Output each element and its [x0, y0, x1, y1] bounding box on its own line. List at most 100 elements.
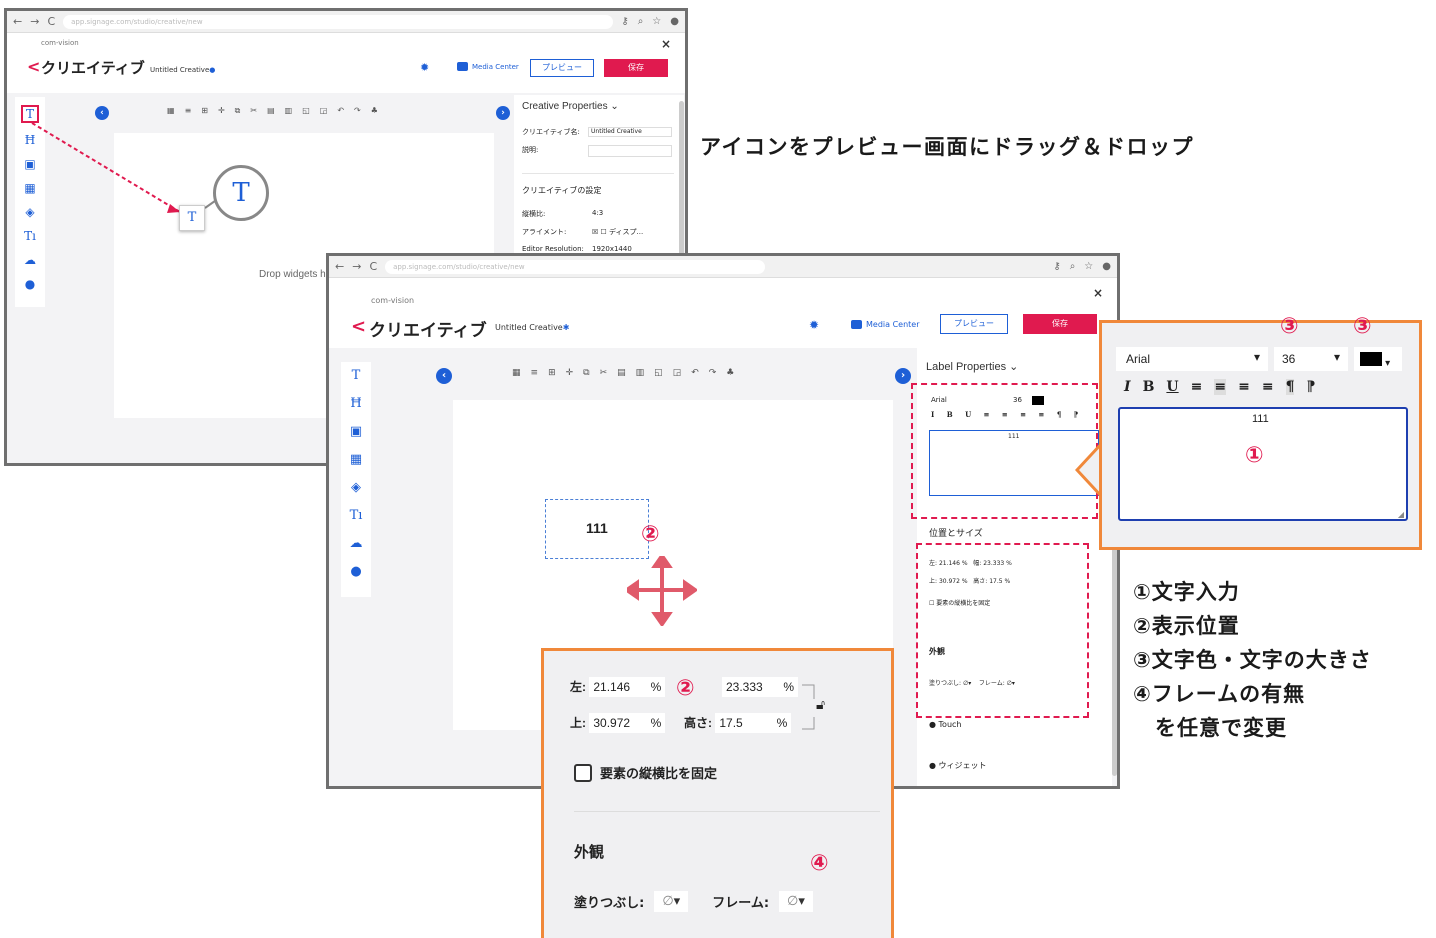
height-field-row: 高さ: 17.5% — [684, 713, 792, 733]
page-title: クリエイティブ — [369, 321, 487, 341]
ticker-widget-icon[interactable]: Tı — [350, 508, 363, 523]
video-widget-icon[interactable]: ▦ — [350, 452, 362, 467]
highlight-font-area — [911, 383, 1098, 519]
rtl-button[interactable]: ⁋ — [1306, 379, 1315, 395]
aspect-lock-checkbox[interactable] — [574, 763, 592, 782]
align-icon[interactable]: ▦ — [512, 368, 521, 378]
align-center-button[interactable]: ≡ — [1214, 379, 1227, 395]
marker-3-size: ③ — [1280, 314, 1299, 339]
shapes-widget-icon[interactable]: ◈ — [351, 480, 361, 495]
font-select[interactable]: Arial ▾ — [1116, 347, 1268, 371]
address-bar[interactable]: app.signage.com/studio/creative/new — [385, 259, 766, 274]
app-header: com-vision × < クリエイティブ Untitled Creative… — [329, 278, 1117, 348]
legend-item: ②表示位置 — [1133, 614, 1240, 638]
underline-button[interactable]: U — [1166, 379, 1178, 395]
text-label-widget[interactable]: 111 — [545, 499, 649, 559]
widget-toolbar: T Ħ ▣ ▦ ◈ Tı ☁ ● — [341, 362, 371, 597]
color-picker[interactable]: ▾ — [1354, 347, 1402, 371]
delete-icon[interactable]: ▥ — [636, 368, 645, 378]
resize-handle-icon[interactable]: ◢ — [1398, 510, 1404, 519]
redo-icon[interactable]: ↷ — [709, 368, 717, 378]
profile-icon[interactable]: ● — [1102, 261, 1111, 272]
align2-icon[interactable]: ≡ — [531, 368, 539, 378]
legend-item: ①文字入力 — [1133, 580, 1240, 604]
aspect-lock-row[interactable]: 要素の縦横比を固定 — [574, 763, 717, 782]
collapse-left-icon[interactable]: ‹ — [436, 368, 452, 384]
star-icon[interactable]: ☆ — [1084, 261, 1093, 272]
text-widget-icon[interactable]: T — [352, 368, 361, 383]
gear-icon[interactable]: ✹ — [809, 318, 819, 332]
italic-button[interactable]: I — [1124, 379, 1131, 395]
key-icon[interactable]: ⚷ — [1053, 261, 1060, 272]
frame-select[interactable]: ∅▾ — [779, 891, 813, 912]
label-text: 111 — [586, 520, 608, 536]
back-nav-icon[interactable]: ← — [335, 260, 344, 273]
cut-icon[interactable]: ✂ — [600, 368, 608, 378]
width-field-row: 23.333% — [722, 677, 798, 697]
appearance-title: 外観 — [574, 843, 605, 861]
legend-item: ③文字色・文字の大きさ — [1133, 648, 1372, 672]
marker-3-color: ③ — [1353, 314, 1372, 339]
divider — [574, 811, 880, 812]
marker-2-zoom: ② — [676, 676, 695, 701]
reload-icon[interactable]: C — [369, 260, 377, 273]
justify-button[interactable]: ≡ — [1262, 379, 1274, 395]
top-field-row: 上: 30.972% — [570, 713, 666, 733]
camera-icon — [851, 320, 862, 329]
aspect-link-lines — [802, 684, 815, 730]
marker-1: ① — [1245, 443, 1264, 468]
width-input[interactable]: 23.333% — [722, 677, 798, 697]
widget-section[interactable]: ● ウィジェット — [929, 760, 987, 771]
fill-row: 塗りつぶし: ∅▾ フレーム: ∅▾ — [574, 891, 813, 912]
touch-section[interactable]: ● Touch — [929, 720, 962, 729]
close-icon[interactable]: × — [1093, 286, 1103, 300]
brand-logo: com-vision — [371, 296, 415, 305]
zoom-icon[interactable]: ⌕ — [1070, 261, 1076, 272]
fill-select[interactable]: ∅▾ — [654, 891, 689, 912]
magnifier-circle: T — [213, 165, 269, 221]
bold-button[interactable]: B — [1143, 379, 1155, 395]
dropped-text-icon: T — [179, 205, 205, 231]
distribute-icon[interactable]: ⊞ — [548, 368, 556, 378]
color-swatch — [1360, 352, 1382, 366]
datetime-widget-icon[interactable]: Ħ — [350, 396, 361, 411]
image-widget-icon[interactable]: ▣ — [350, 424, 362, 439]
preview-button[interactable]: プレビュー — [940, 314, 1008, 334]
undo-icon[interactable]: ↶ — [691, 368, 699, 378]
back-layer-icon[interactable]: ◲ — [673, 368, 682, 378]
top-input[interactable]: 30.972% — [589, 713, 666, 733]
legend-item: を任意で変更 — [1133, 716, 1287, 740]
back-arrow-icon[interactable]: < — [351, 316, 366, 337]
paste-icon[interactable]: ▤ — [617, 368, 626, 378]
move-cross-icon — [627, 556, 697, 626]
height-input[interactable]: 17.5% — [715, 713, 792, 733]
highlight-position-area — [916, 543, 1089, 718]
browser-toolbar: ← → C app.signage.com/studio/creative/ne… — [329, 256, 1117, 278]
size-select[interactable]: 36 ▾ — [1274, 347, 1348, 371]
save-button[interactable]: 保存 — [1023, 314, 1097, 334]
ltr-button[interactable]: ¶ — [1285, 379, 1295, 395]
edit-toolbar: ▦ ≡ ⊞ ✛ ⧉ ✂ ▤ ▥ ◱ ◲ ↶ ↷ ♣ — [512, 368, 734, 378]
marker-4: ④ — [810, 851, 829, 876]
legend-item: ④フレームの有無 — [1133, 682, 1306, 706]
align-left-button[interactable]: ≡ — [1191, 379, 1203, 395]
legend: ①文字入力 ②表示位置 ③文字色・文字の大きさ ④フレームの有無 を任意で変更 — [1133, 575, 1372, 745]
weather-widget-icon[interactable]: ☁ — [350, 536, 363, 551]
forward-nav-icon[interactable]: → — [352, 260, 361, 273]
media-center-button[interactable]: Media Center — [851, 320, 920, 329]
clock-widget-icon[interactable]: ● — [350, 564, 361, 579]
panel-title[interactable]: Label Properties ⌄ — [926, 360, 1018, 373]
front-icon[interactable]: ◱ — [654, 368, 663, 378]
copy-icon[interactable]: ⧉ — [583, 368, 589, 378]
align-right-button[interactable]: ≡ — [1238, 379, 1250, 395]
zoom-text-properties: Arial ▾ 36 ▾ ▾ I B U ≡ ≡ ≡ ≡ ¶ ⁋ 111 ◢ — [1099, 320, 1422, 550]
collapse-right-icon[interactable]: › — [895, 368, 911, 384]
unlock-icon[interactable]: 🔓︎ — [816, 697, 825, 713]
left-input[interactable]: 21.146% — [589, 677, 666, 697]
move-icon[interactable]: ✛ — [566, 368, 574, 378]
zoom-position-properties: 左: 21.146% 23.333% 上: 30.972% 高さ: 17.5% … — [541, 648, 894, 938]
creative-name: Untitled Creative✱ — [495, 323, 570, 332]
user-icon[interactable]: ♣ — [726, 368, 734, 378]
browser-tools: ⚷ ⌕ ☆ ● — [1053, 261, 1111, 272]
marker-2-canvas: ② — [641, 522, 660, 547]
